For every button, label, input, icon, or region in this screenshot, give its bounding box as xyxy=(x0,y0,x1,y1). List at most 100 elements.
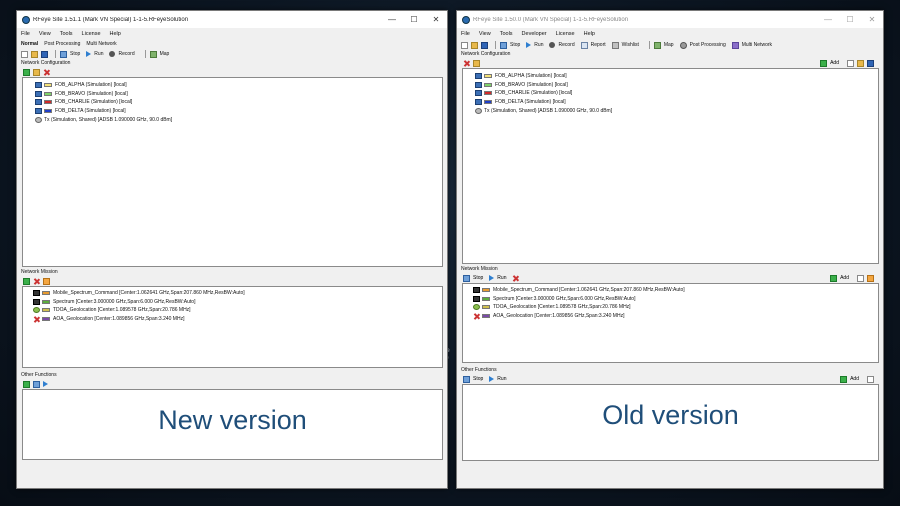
add-icon[interactable] xyxy=(820,59,828,67)
tree-item-tx[interactable]: Tx (Simulation, Shared) [ADSB 1.090000 G… xyxy=(35,115,442,124)
open-folder-icon[interactable] xyxy=(471,41,478,49)
edit-icon[interactable] xyxy=(473,59,480,67)
toolbar-separator xyxy=(495,41,496,49)
titlebar[interactable]: RFeye Site 1.50.0 (Mark VN Special) 1-1-… xyxy=(457,11,883,28)
new-file-icon[interactable] xyxy=(21,50,28,58)
network-configuration-tree[interactable]: FOB_ALPHA (Simulation) [local] FOB_BRAVO… xyxy=(22,77,443,267)
tree-item-station[interactable]: FOB_CHARLIE (Simulation) [local] xyxy=(475,89,878,98)
add-icon[interactable] xyxy=(23,277,30,285)
save-icon[interactable] xyxy=(481,41,488,49)
add-icon[interactable] xyxy=(840,375,848,383)
other-functions-panel[interactable]: New version xyxy=(22,389,443,460)
mission-item[interactable]: TDOA_Geolocation [Center:1.089578 GHz,Sp… xyxy=(33,306,442,315)
menu-help[interactable]: Help xyxy=(584,31,595,37)
delete-icon[interactable] xyxy=(512,275,519,282)
tree-item-station[interactable]: FOB_BRAVO (Simulation) [local] xyxy=(475,81,878,90)
tree-item-station[interactable]: FOB_CHARLIE (Simulation) [local] xyxy=(35,98,442,107)
mission-label: AOA_Geolocation [Center:1.089856 GHz,Spa… xyxy=(53,316,185,323)
minimize-button[interactable]: — xyxy=(817,11,839,28)
menu-help[interactable]: Help xyxy=(110,31,121,37)
spectrum-mission-icon xyxy=(473,287,480,294)
add-icon[interactable] xyxy=(830,274,838,282)
menu-license[interactable]: License xyxy=(556,31,575,37)
map-button[interactable]: Map xyxy=(653,41,674,49)
run-icon[interactable] xyxy=(43,381,48,387)
tree-item-station[interactable]: FOB_DELTA (Simulation) [local] xyxy=(35,107,442,116)
tree-item-tx[interactable]: Tx (Simulation, Shared) [ADSB 1.090000 G… xyxy=(475,106,878,115)
maximize-button[interactable]: ☐ xyxy=(403,11,425,28)
spectrum-mission-icon xyxy=(33,290,40,297)
maximize-button[interactable]: ☐ xyxy=(839,11,861,28)
station-label: FOB_DELTA (Simulation) [local] xyxy=(495,99,566,106)
menu-file[interactable]: File xyxy=(21,31,30,37)
new-file-icon[interactable] xyxy=(461,41,468,49)
tab-normal[interactable]: Normal xyxy=(21,41,38,47)
menu-tools[interactable]: Tools xyxy=(500,31,513,37)
add-icon[interactable] xyxy=(23,380,30,388)
mission-item[interactable]: Spectrum [Center:3.000000 GHz,Span:6.000… xyxy=(473,295,878,304)
mission-item[interactable]: Mobile_Spectrum_Command [Center:1.062641… xyxy=(33,289,442,298)
report-button[interactable]: Report xyxy=(580,41,606,49)
network-mission-list[interactable]: Mobile_Spectrum_Command [Center:1.062641… xyxy=(22,286,443,368)
record-button[interactable]: Record xyxy=(109,51,135,57)
new-file-icon[interactable] xyxy=(867,375,874,383)
new-file-icon[interactable] xyxy=(847,59,854,67)
map-button[interactable]: Map xyxy=(149,50,169,58)
other-functions-panel[interactable]: Old version xyxy=(462,384,879,461)
add-icon[interactable] xyxy=(23,68,30,76)
open-folder-icon[interactable] xyxy=(31,50,38,58)
station-icon xyxy=(475,73,482,80)
mission-item[interactable]: AOA_Geolocation [Center:1.089856 GHz,Spa… xyxy=(33,315,442,324)
stop-button[interactable]: Stop xyxy=(60,50,80,58)
stop-icon[interactable] xyxy=(33,380,40,388)
menu-file[interactable]: File xyxy=(461,31,470,37)
mission-item[interactable]: TDOA_Geolocation [Center:1.089578 GHz,Sp… xyxy=(473,303,878,312)
menu-view[interactable]: View xyxy=(39,31,51,37)
wishlist-button[interactable]: Wishlist xyxy=(611,41,639,49)
other-run-button[interactable]: Run xyxy=(489,376,506,382)
menu-tools[interactable]: Tools xyxy=(60,31,73,37)
delete-icon[interactable] xyxy=(43,69,50,76)
multi-network-button[interactable]: Multi Network xyxy=(731,41,772,49)
save-icon[interactable] xyxy=(867,59,874,67)
stop-label: Stop xyxy=(510,42,521,48)
tab-multi-network[interactable]: Multi Network xyxy=(86,41,116,47)
edit-icon[interactable] xyxy=(33,68,40,76)
mission-item[interactable]: Spectrum [Center:3.000000 GHz,Span:6.000… xyxy=(33,298,442,307)
post-processing-button[interactable]: Post Processing xyxy=(679,41,726,49)
new-file-icon[interactable] xyxy=(857,274,864,282)
delete-icon[interactable] xyxy=(33,278,40,285)
run-button[interactable]: Run xyxy=(526,42,543,48)
tree-item-station[interactable]: FOB_DELTA (Simulation) [local] xyxy=(475,98,878,107)
run-button[interactable]: Run xyxy=(86,51,103,57)
speaker-icon[interactable] xyxy=(867,274,874,282)
tab-post-processing[interactable]: Post Processing xyxy=(44,41,80,47)
add-label[interactable]: Add xyxy=(830,60,839,66)
tree-item-station[interactable]: FOB_ALPHA (Simulation) [local] xyxy=(475,72,878,81)
tree-item-station[interactable]: FOB_ALPHA (Simulation) [local] xyxy=(35,81,442,90)
other-stop-button[interactable]: Stop xyxy=(463,375,483,383)
close-button[interactable]: ✕ xyxy=(425,11,447,28)
add-label[interactable]: Add xyxy=(840,275,849,281)
network-configuration-tree[interactable]: FOB_ALPHA (Simulation) [local] FOB_BRAVO… xyxy=(462,68,879,264)
mission-item[interactable]: AOA_Geolocation [Center:1.089856 GHz,Spa… xyxy=(473,312,878,321)
delete-icon[interactable] xyxy=(463,60,470,67)
close-button[interactable]: ✕ xyxy=(861,11,883,28)
menu-developer[interactable]: Developer xyxy=(522,31,547,37)
mission-label: TDOA_Geolocation [Center:1.089578 GHz,Sp… xyxy=(53,307,191,314)
network-mission-list[interactable]: Mobile_Spectrum_Command [Center:1.062641… xyxy=(462,283,879,363)
stop-button[interactable]: Stop xyxy=(500,41,521,49)
open-folder-icon[interactable] xyxy=(857,59,864,67)
titlebar[interactable]: RFeye Site 1.51.1 (Mark VN Special) 1-1-… xyxy=(17,11,447,28)
speaker-icon[interactable] xyxy=(43,277,50,285)
menu-view[interactable]: View xyxy=(479,31,491,37)
mission-run-button[interactable]: Run xyxy=(489,275,506,281)
minimize-button[interactable]: — xyxy=(381,11,403,28)
add-label[interactable]: Add xyxy=(850,376,859,382)
save-icon[interactable] xyxy=(41,50,48,58)
menu-license[interactable]: License xyxy=(82,31,101,37)
mission-stop-button[interactable]: Stop xyxy=(463,274,483,282)
mission-item[interactable]: Mobile_Spectrum_Command [Center:1.062641… xyxy=(473,286,878,295)
tree-item-station[interactable]: FOB_BRAVO (Simulation) [local] xyxy=(35,90,442,99)
record-button[interactable]: Record xyxy=(549,42,575,48)
